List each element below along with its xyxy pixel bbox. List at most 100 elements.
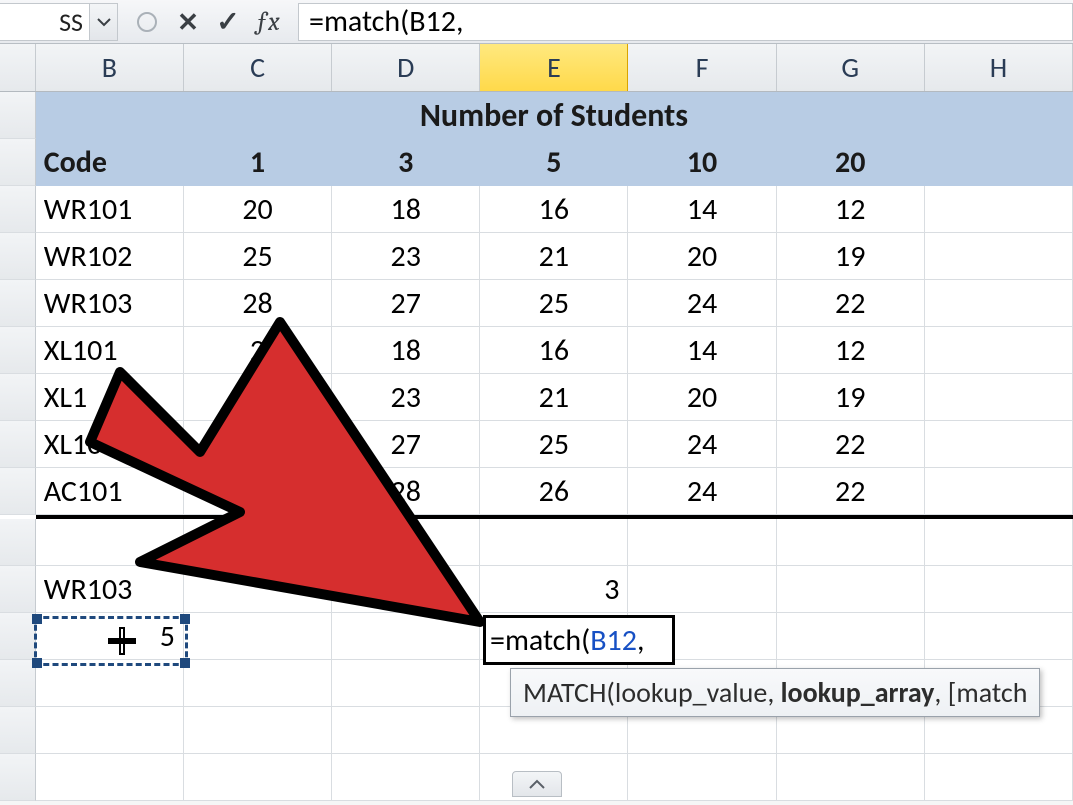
cell-code[interactable]: XL101 (36, 327, 184, 374)
title-row: Number of Students (0, 92, 1073, 139)
cell-value[interactable]: 25 (184, 233, 332, 280)
cell-value[interactable]: 2 (184, 327, 332, 374)
header-row: Code 1 3 5 10 20 (0, 139, 1073, 186)
cell-value[interactable]: 24 (628, 280, 776, 327)
row-header[interactable] (0, 186, 36, 233)
formula-bar-separator (132, 7, 162, 37)
cell-value[interactable]: 20 (628, 233, 776, 280)
cancel-icon: ✕ (177, 6, 199, 38)
cell-value[interactable]: 16 (480, 186, 628, 233)
row-header[interactable] (0, 754, 36, 801)
cell-value[interactable]: 26 (480, 468, 628, 515)
cell-value[interactable]: 23 (332, 233, 480, 280)
function-tooltip[interactable]: MATCH(lookup_value, lookup_array, [match (510, 668, 1040, 717)
column-header-d[interactable]: D (332, 44, 480, 91)
row-header[interactable] (0, 707, 36, 754)
cell-value[interactable]: 23 (332, 374, 480, 421)
table-row: AC101 28262422 (0, 468, 1073, 515)
row-header[interactable] (0, 468, 36, 515)
cell-value[interactable] (184, 421, 332, 468)
cell-code[interactable]: XL1 (36, 374, 184, 421)
row-header[interactable] (0, 374, 36, 421)
row-header[interactable] (0, 613, 36, 660)
cell-value[interactable]: 21 (480, 374, 628, 421)
scroll-up-button[interactable] (512, 771, 562, 797)
formula-input[interactable]: =match(B12, (298, 3, 1073, 41)
cell-value[interactable]: 16 (480, 327, 628, 374)
column-header-f[interactable]: F (628, 44, 776, 91)
cell-e11[interactable]: 3 (480, 566, 628, 613)
cell-value[interactable]: 27 (332, 421, 480, 468)
cell-value[interactable]: 19 (777, 374, 925, 421)
row-header[interactable] (0, 139, 36, 186)
cell-value[interactable]: 25 (480, 421, 628, 468)
header-code: Code (36, 139, 184, 186)
header-col-5: 20 (777, 139, 925, 186)
cancel-formula-button[interactable]: ✕ (168, 5, 208, 39)
chevron-up-icon (528, 778, 546, 790)
table-row: WR1012018161412 (0, 186, 1073, 233)
row-header[interactable] (0, 660, 36, 707)
cell-b12[interactable]: 5 (36, 613, 184, 660)
formula-prefix: =match( (490, 622, 590, 659)
cell-value[interactable]: 22 (777, 468, 925, 515)
enter-formula-button[interactable]: ✓ (208, 5, 248, 39)
cell-value[interactable]: 12 (777, 186, 925, 233)
header-col-blank (925, 139, 1073, 186)
tooltip-arg-current: lookup_array (781, 675, 935, 710)
formula-suffix: , (637, 622, 645, 659)
cell-value[interactable]: 25 (480, 280, 628, 327)
tooltip-arg-3: , [match (934, 675, 1027, 710)
cell-value[interactable]: 28 (332, 468, 480, 515)
active-editing-cell[interactable]: =match(B12, (483, 615, 675, 665)
cell-code[interactable]: AC101 (36, 468, 184, 515)
column-header-c[interactable]: C (184, 44, 332, 91)
cell-value[interactable]: 24 (628, 421, 776, 468)
cell-value[interactable]: 12 (777, 327, 925, 374)
column-header-g[interactable]: G (777, 44, 925, 91)
cell-value[interactable]: 2 (184, 374, 332, 421)
formula-bar: SS ✕ ✓ ƒx =match(B12, (0, 0, 1073, 44)
cell-value[interactable] (184, 468, 332, 515)
row-header[interactable] (0, 519, 36, 566)
blank-row (0, 519, 1073, 566)
name-box-dropdown[interactable] (90, 3, 118, 41)
cell-value[interactable]: 20 (184, 186, 332, 233)
cell-value[interactable]: 20 (628, 374, 776, 421)
row-header[interactable] (0, 327, 36, 374)
worksheet-grid[interactable]: Number of Students Code 1 3 5 10 20 WR10… (0, 92, 1073, 801)
cell-value[interactable]: 27 (332, 280, 480, 327)
cell-value[interactable]: 24 (628, 468, 776, 515)
cell-value[interactable]: 18 (332, 327, 480, 374)
expand-icon (136, 11, 158, 33)
cell-code[interactable]: WR101 (36, 186, 184, 233)
chevron-down-icon (97, 17, 111, 27)
cell-b11[interactable]: WR103 (36, 566, 184, 613)
insert-function-button[interactable]: ƒx (248, 5, 288, 39)
table-title: Number of Students (36, 92, 1073, 139)
cell-value[interactable]: 14 (628, 186, 776, 233)
row-header[interactable] (0, 92, 36, 139)
row-header[interactable] (0, 280, 36, 327)
row-header[interactable] (0, 421, 36, 468)
cell-value[interactable]: 19 (777, 233, 925, 280)
name-box[interactable]: SS (0, 3, 90, 41)
check-icon: ✓ (216, 4, 239, 39)
cell-code[interactable]: WR103 (36, 280, 184, 327)
header-col-4: 10 (628, 139, 776, 186)
cell-value[interactable]: 18 (332, 186, 480, 233)
cell-value[interactable]: 21 (480, 233, 628, 280)
cell-value[interactable]: 14 (628, 327, 776, 374)
cell-value[interactable]: 22 (777, 421, 925, 468)
column-header-b[interactable]: B (36, 44, 184, 91)
cell-code[interactable]: XL103 (36, 421, 184, 468)
row-header[interactable] (0, 566, 36, 613)
cell-code[interactable]: WR102 (36, 233, 184, 280)
select-all-corner[interactable] (0, 44, 36, 91)
column-header-e[interactable]: E (480, 44, 628, 91)
cell-value[interactable]: 28 (184, 280, 332, 327)
column-header-h[interactable]: H (925, 44, 1073, 91)
tooltip-fn-name: MATCH (523, 675, 606, 710)
row-header[interactable] (0, 233, 36, 280)
cell-value[interactable]: 22 (777, 280, 925, 327)
